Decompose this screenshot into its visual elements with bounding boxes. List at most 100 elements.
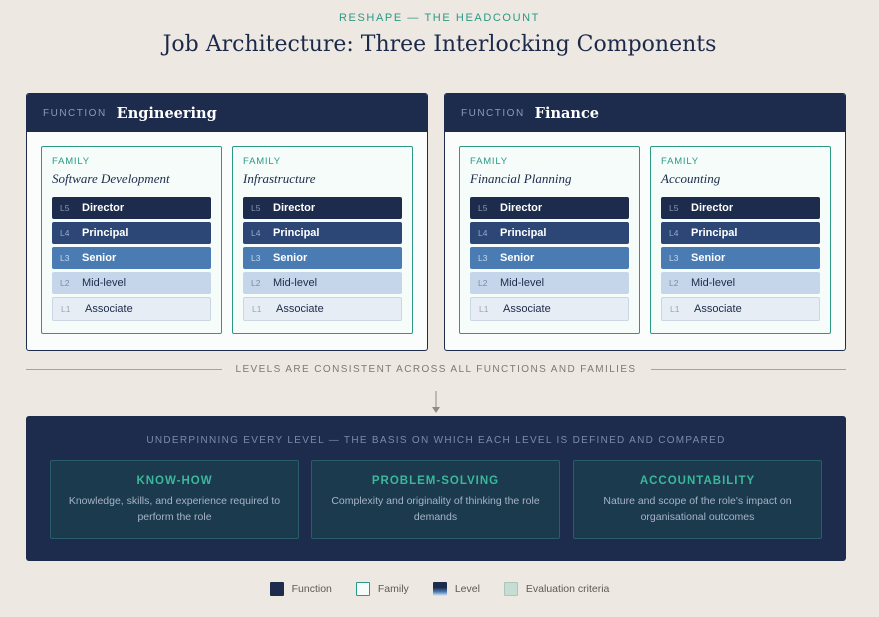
- level-swatch-icon: [432, 582, 447, 596]
- legend: Function Family Level Evaluation criteri…: [0, 582, 879, 596]
- consistency-divider: LEVELS ARE CONSISTENT ACROSS ALL FUNCTIO…: [26, 362, 847, 376]
- legend-label: Function: [291, 583, 332, 595]
- eyebrow: RESHAPE — THE HEADCOUNT: [338, 12, 540, 24]
- function-swatch-icon: [269, 582, 284, 596]
- level-name: Mid-level: [273, 277, 318, 289]
- level-code: L2: [478, 278, 488, 288]
- level-row: L2 Mid-level: [52, 272, 211, 294]
- level-code: L3: [60, 253, 70, 263]
- legend-item-function: Function: [269, 582, 332, 596]
- level-name: Associate: [276, 303, 324, 315]
- family-card-accounting: FAMILY Accounting L5 Director L4 Principal…: [650, 146, 831, 334]
- level-code: L3: [669, 253, 679, 263]
- level-code: L3: [251, 253, 261, 263]
- level-row: L4 Principal: [661, 222, 820, 244]
- level-code: L1: [670, 304, 680, 314]
- level-name: Senior: [273, 252, 308, 264]
- level-name: Senior: [500, 252, 535, 264]
- level-code: L5: [60, 203, 70, 213]
- legend-item-evaluation: Evaluation criteria: [503, 582, 610, 596]
- level-name: Principal: [500, 227, 547, 239]
- level-row: L3 Senior: [243, 247, 402, 269]
- legend-label: Family: [377, 583, 409, 595]
- family-swatch-icon: [355, 582, 370, 596]
- criteria-card-accountability: ACCOUNTABILITY Nature and scope of the r…: [573, 460, 822, 539]
- level-code: L2: [669, 278, 679, 288]
- family-label: FAMILY: [470, 156, 508, 167]
- level-name: Senior: [691, 252, 726, 264]
- level-name: Director: [82, 202, 125, 214]
- level-row: L5 Director: [243, 197, 402, 219]
- function-header: FUNCTION Finance: [445, 94, 845, 132]
- level-code: L3: [478, 253, 488, 263]
- level-code: L1: [61, 304, 71, 314]
- level-row: L2 Mid-level: [470, 272, 629, 294]
- family-card-infrastructure: FAMILY Infrastructure L5 Director L4 Princ…: [232, 146, 413, 334]
- criteria-name: PROBLEM-SOLVING: [371, 475, 500, 487]
- criteria-name: KNOW-HOW: [136, 475, 213, 487]
- function-label: FUNCTION: [461, 107, 525, 119]
- level-row: L3 Senior: [52, 247, 211, 269]
- level-row: L4 Principal: [243, 222, 402, 244]
- level-row: L3 Senior: [470, 247, 629, 269]
- level-row: L1 Associate: [243, 297, 402, 321]
- criteria-card-problem-solving: PROBLEM-SOLVING Complexity and originali…: [311, 460, 560, 539]
- family-name: Infrastructure: [243, 171, 316, 186]
- level-name: Principal: [273, 227, 320, 239]
- level-stack: L5 Director L4 Principal L3 Senior L2 Mid-le…: [661, 197, 820, 321]
- level-code: L5: [478, 203, 488, 213]
- legend-label: Evaluation criteria: [525, 583, 610, 595]
- legend-label: Level: [454, 583, 480, 595]
- evaluation-swatch-icon: [503, 582, 518, 596]
- level-row: L4 Principal: [470, 222, 629, 244]
- level-row: L5 Director: [470, 197, 629, 219]
- divider-text: LEVELS ARE CONSISTENT ACROSS ALL FUNCTIO…: [235, 363, 637, 375]
- level-code: L2: [251, 278, 261, 288]
- level-row: L1 Associate: [52, 297, 211, 321]
- level-name: Associate: [694, 303, 742, 315]
- level-code: L4: [669, 228, 679, 238]
- family-label: FAMILY: [243, 156, 281, 167]
- level-row: L5 Director: [52, 197, 211, 219]
- level-stack: L5 Director L4 Principal L3 Senior L2 Mid-le…: [243, 197, 402, 321]
- function-name: Engineering: [116, 104, 217, 122]
- level-row: L2 Mid-level: [661, 272, 820, 294]
- level-name: Mid-level: [691, 277, 736, 289]
- level-name: Mid-level: [82, 277, 127, 289]
- level-code: L4: [251, 228, 261, 238]
- function-name: Finance: [534, 104, 600, 122]
- divider-line: [26, 368, 222, 370]
- level-stack: L5 Director L4 Principal L3 Senior L2 Mid-le…: [52, 197, 211, 321]
- criteria-description: Complexity and originality of thinking t…: [331, 495, 540, 523]
- arrow-down-icon: [432, 391, 440, 413]
- legend-item-level: Level: [432, 582, 480, 596]
- level-stack: L5 Director L4 Principal L3 Senior L2 Mid-le…: [470, 197, 629, 321]
- level-code: L5: [251, 203, 261, 213]
- family-label: FAMILY: [661, 156, 699, 167]
- level-name: Principal: [691, 227, 738, 239]
- level-name: Associate: [85, 303, 133, 315]
- criteria-name: ACCOUNTABILITY: [639, 475, 756, 487]
- function-card-finance: FUNCTION Finance FAMILY Financial Planni…: [444, 93, 846, 351]
- level-code: L2: [60, 278, 70, 288]
- level-row: L2 Mid-level: [243, 272, 402, 294]
- level-row: L1 Associate: [470, 297, 629, 321]
- level-code: L5: [669, 203, 679, 213]
- level-code: L4: [60, 228, 70, 238]
- level-name: Associate: [503, 303, 551, 315]
- level-name: Principal: [82, 227, 129, 239]
- level-name: Mid-level: [500, 277, 545, 289]
- function-label: FUNCTION: [43, 107, 107, 119]
- level-code: L1: [479, 304, 489, 314]
- evaluation-basis-panel: UNDERPINNING EVERY LEVEL — THE BASIS ON …: [26, 416, 846, 561]
- basis-title: UNDERPINNING EVERY LEVEL — THE BASIS ON …: [146, 435, 726, 446]
- level-row: L4 Principal: [52, 222, 211, 244]
- family-name: Financial Planning: [470, 171, 572, 186]
- criteria-description: Knowledge, skills, and experience requir…: [68, 495, 281, 523]
- function-card-engineering: FUNCTION Engineering FAMILY Software Dev…: [26, 93, 428, 351]
- level-row: L3 Senior: [661, 247, 820, 269]
- divider-line: [650, 368, 847, 370]
- level-code: L4: [478, 228, 488, 238]
- family-card-financial-planning: FAMILY Financial Planning L5 Director L4 P…: [459, 146, 640, 334]
- criteria-description: Nature and scope of the role's impact on…: [603, 495, 792, 523]
